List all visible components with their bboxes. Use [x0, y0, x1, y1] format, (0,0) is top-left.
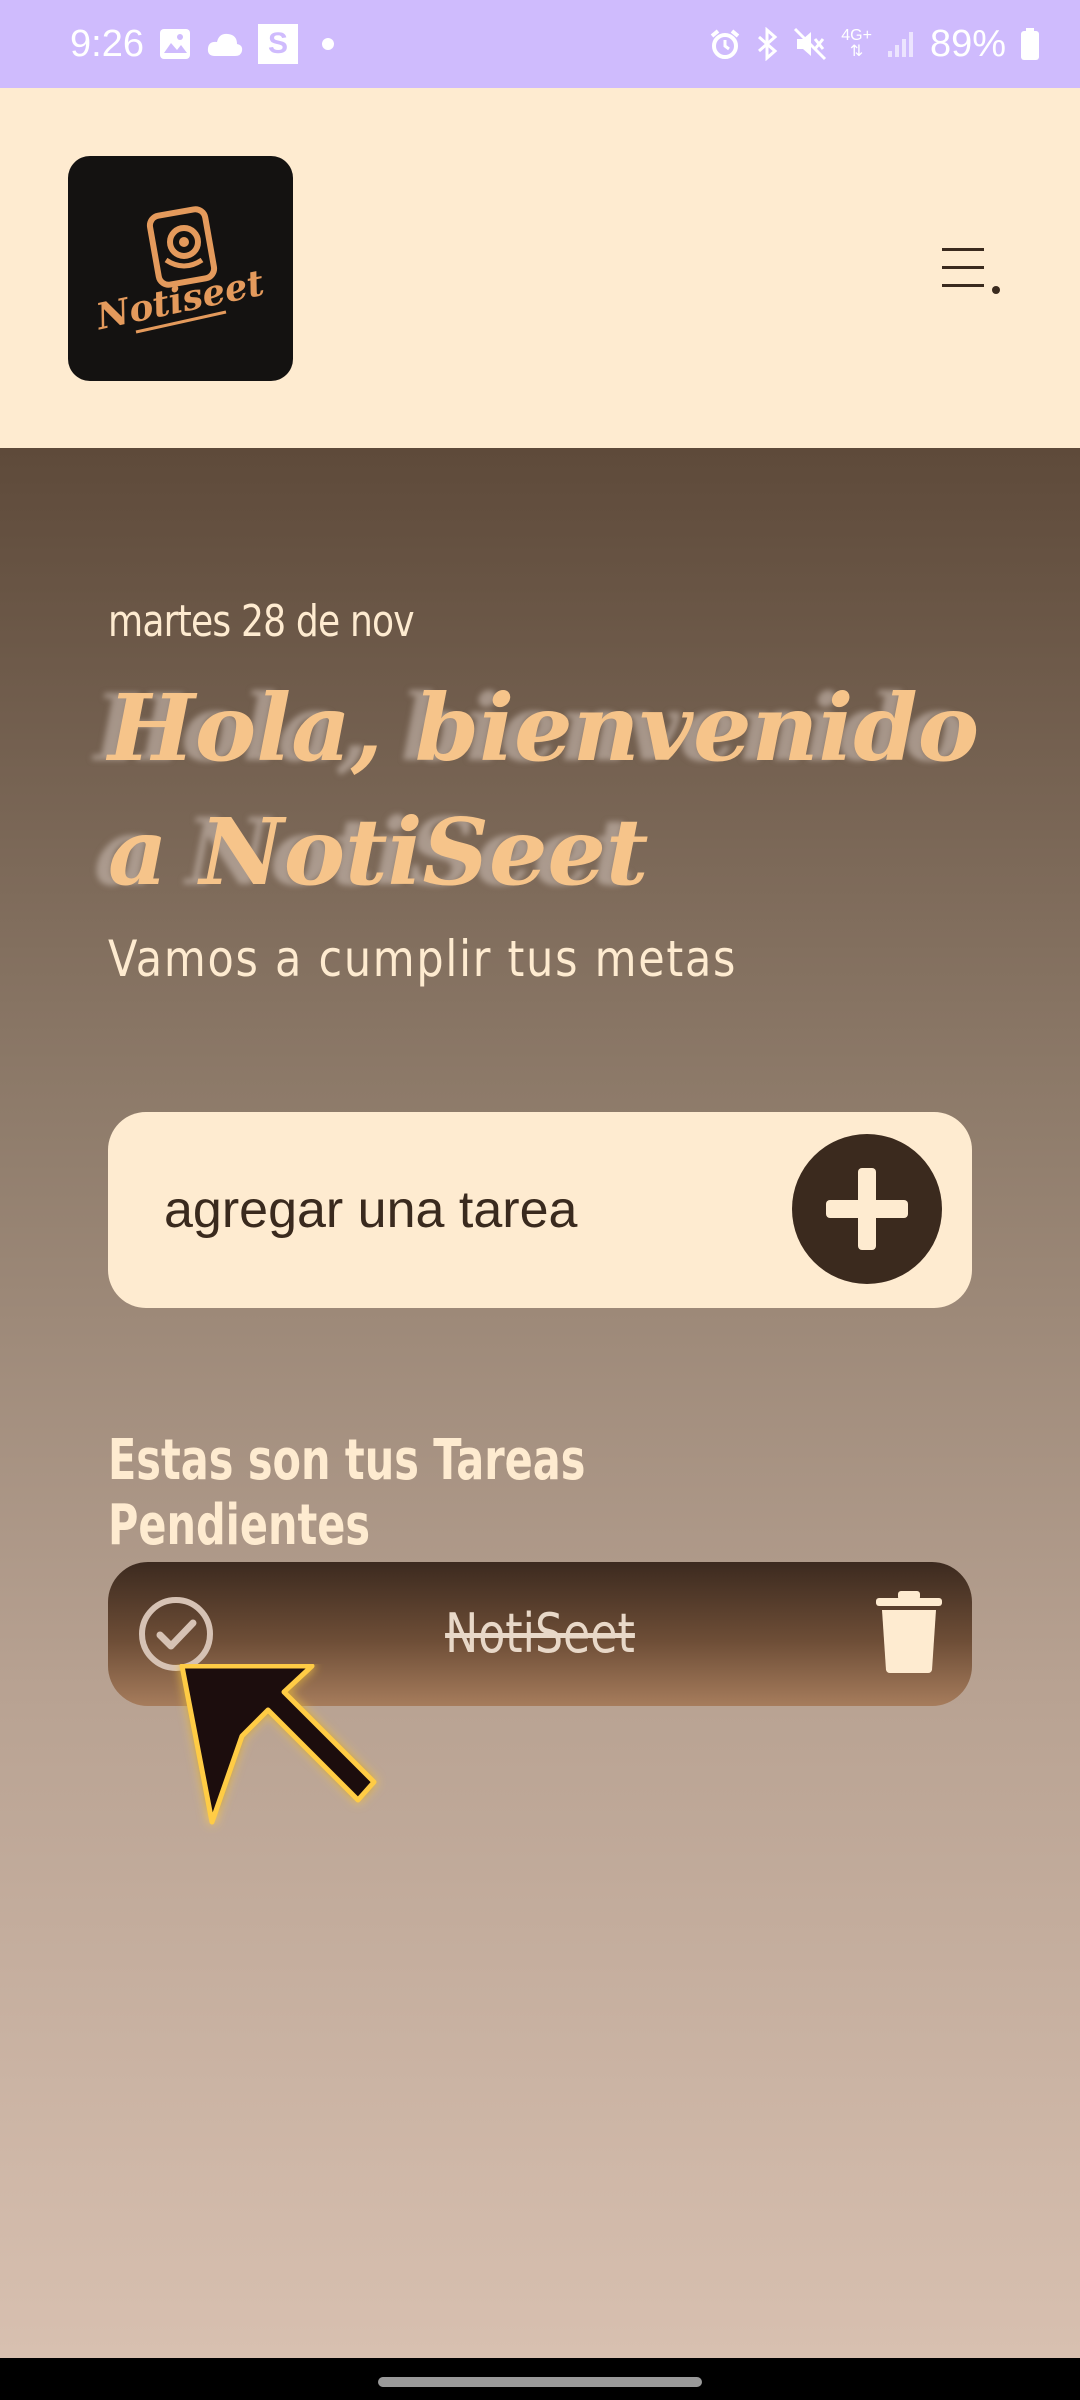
- add-task-form: [108, 1112, 972, 1308]
- home-gesture-handle[interactable]: [378, 2377, 702, 2387]
- pointer-arrow-icon: [179, 1664, 377, 1825]
- hamburger-menu-icon[interactable]: [938, 240, 1008, 300]
- task-label: NotiSeet: [445, 1602, 635, 1665]
- trash-icon[interactable]: [874, 1590, 944, 1674]
- logo-graphic: Notiseet: [96, 205, 266, 338]
- battery-icon: [1020, 27, 1040, 61]
- bluetooth-icon: [755, 27, 779, 61]
- welcome-title: Hola, bienvenido a NotiSeet: [108, 674, 980, 906]
- network-type-icon: 4G+ ⇅: [841, 27, 872, 60]
- status-right: 4G+ ⇅ 89%: [709, 23, 1040, 66]
- status-time: 9:26: [70, 22, 144, 65]
- subtitle: Vamos a cumplir tus metas: [108, 930, 738, 988]
- notiseet-logo[interactable]: Notiseet: [68, 156, 293, 381]
- system-nav-bar: [0, 2358, 1080, 2400]
- cloud-icon: [206, 30, 244, 58]
- logo-text: Notiseet: [96, 261, 266, 338]
- add-task-button[interactable]: [792, 1134, 942, 1284]
- network-label: 4G+: [841, 27, 872, 44]
- task-input[interactable]: [164, 1160, 764, 1260]
- battery-percent: 89%: [929, 22, 1006, 65]
- pending-tasks-title: Estas son tus Tareas Pendientes: [108, 1428, 586, 1558]
- notification-dot-icon: [321, 38, 334, 50]
- signal-icon: [886, 29, 916, 59]
- app-header: Notiseet: [0, 88, 1080, 448]
- current-date: martes 28 de nov: [108, 596, 415, 647]
- main-content: martes 28 de nov Hola, bienvenido a Noti…: [0, 448, 1080, 2358]
- gallery-icon: [158, 27, 192, 61]
- status-left: 9:26 S: [70, 23, 334, 66]
- alarm-icon: [709, 28, 741, 60]
- s-app-icon: S: [257, 24, 298, 64]
- mute-icon: [793, 27, 827, 61]
- plus-icon: [826, 1168, 908, 1250]
- status-bar: 9:26 S 4G+ ⇅ 89%: [0, 0, 1080, 88]
